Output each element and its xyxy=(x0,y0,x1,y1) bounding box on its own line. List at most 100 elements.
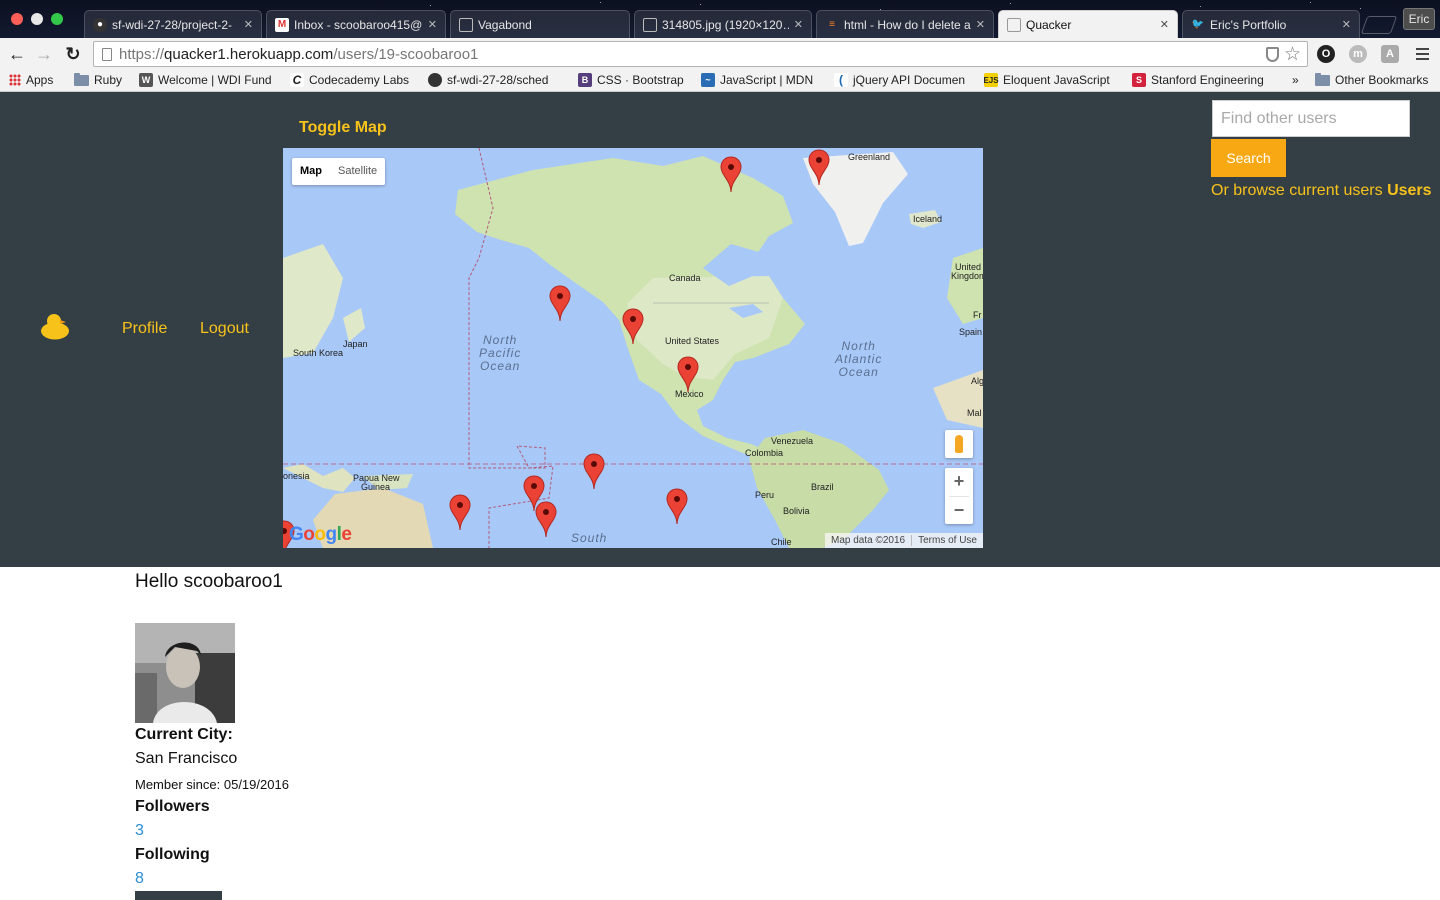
browse-users-link[interactable]: Users xyxy=(1387,182,1431,199)
map-marker-icon[interactable] xyxy=(583,453,605,490)
bookmark-item[interactable]: C Codecademy Labs xyxy=(290,73,409,87)
apps-grid-icon xyxy=(9,74,21,86)
browse-users-text: Or browse current users Users xyxy=(1211,182,1432,199)
window-minimize-button[interactable] xyxy=(31,13,43,25)
back-arrow-icon[interactable]: ← xyxy=(6,43,28,65)
ejs-icon: EJS xyxy=(984,73,999,87)
forward-arrow-icon[interactable]: → xyxy=(33,43,55,65)
bookmark-star-icon[interactable]: ☆ xyxy=(1284,43,1301,66)
nav-logout-link[interactable]: Logout xyxy=(200,320,249,338)
jquery-icon: ( xyxy=(834,73,848,87)
page-icon xyxy=(102,48,112,61)
close-tab-icon[interactable]: ✕ xyxy=(794,18,803,31)
browser-tab[interactable]: 🐦 Eric's Portfolio ✕ xyxy=(1182,10,1360,38)
map-marker-icon[interactable] xyxy=(622,308,644,345)
extension-icon[interactable]: O xyxy=(1317,45,1335,63)
map-marker-icon[interactable] xyxy=(666,488,688,525)
github-icon xyxy=(428,73,442,87)
ocean-label: South xyxy=(571,531,608,545)
followers-label: Followers xyxy=(135,798,210,815)
nav-profile-link[interactable]: Profile xyxy=(122,320,167,338)
map-type-map-button[interactable]: Map xyxy=(292,158,330,185)
profile-switcher-button[interactable]: Eric xyxy=(1403,8,1435,30)
greeting-heading: Hello scoobaroo1 xyxy=(135,571,283,592)
github-icon: ● xyxy=(93,17,107,32)
user-search-input[interactable] xyxy=(1212,100,1410,137)
extension-icon[interactable]: m xyxy=(1349,45,1367,63)
page-icon xyxy=(643,17,657,32)
search-button[interactable]: Search xyxy=(1211,139,1286,177)
mdn-icon: ~ xyxy=(701,73,715,87)
bookmark-folder[interactable]: Other Bookmarks xyxy=(1315,73,1428,87)
edit-profile-button[interactable] xyxy=(135,891,222,900)
street-view-pegman-icon[interactable] xyxy=(945,430,973,458)
following-count-link[interactable]: 8 xyxy=(135,870,144,888)
close-tab-icon[interactable]: ✕ xyxy=(976,18,985,31)
map-label: United States xyxy=(665,336,720,346)
toggle-map-link[interactable]: Toggle Map xyxy=(299,119,387,137)
window-zoom-button[interactable] xyxy=(51,13,63,25)
close-tab-icon[interactable]: ✕ xyxy=(1160,18,1169,31)
google-map[interactable]: Map Satellite Greenland Iceland United K… xyxy=(283,148,983,548)
map-label: Venezuela xyxy=(771,436,814,446)
followers-count-link[interactable]: 3 xyxy=(135,822,144,840)
close-tab-icon[interactable]: ✕ xyxy=(428,18,437,31)
bookmark-folder[interactable]: Ruby xyxy=(74,73,122,87)
menu-icon[interactable] xyxy=(1416,48,1429,63)
window-close-button[interactable] xyxy=(11,13,23,25)
address-bar[interactable]: https://quacker1.herokuapp.com/users/19-… xyxy=(93,41,1308,67)
browser-tab[interactable]: M Inbox - scoobaroo415@ ✕ xyxy=(266,10,446,38)
map-marker-icon[interactable] xyxy=(535,501,557,538)
book-icon: W xyxy=(139,73,153,87)
map-marker-icon[interactable] xyxy=(549,285,571,322)
bookmark-item[interactable]: ~ JavaScript | MDN xyxy=(701,73,813,87)
zoom-out-button[interactable]: − xyxy=(945,497,973,525)
reload-icon[interactable]: ↻ xyxy=(62,43,84,65)
close-tab-icon[interactable]: ✕ xyxy=(244,18,253,31)
browser-tab-active[interactable]: Quacker ✕ xyxy=(998,10,1178,38)
map-label: Japan xyxy=(343,339,368,349)
shield-icon[interactable] xyxy=(1266,47,1279,62)
browser-toolbar: ← → ↻ https://quacker1.herokuapp.com/use… xyxy=(0,38,1440,70)
map-label: Colombia xyxy=(745,448,784,458)
close-tab-icon[interactable]: ✕ xyxy=(1342,18,1351,31)
bookmark-item[interactable]: EJS Eloquent JavaScript xyxy=(984,73,1110,87)
map-marker-icon[interactable] xyxy=(720,156,742,193)
extension-icon[interactable]: A xyxy=(1381,45,1399,63)
map-label: Kingdom xyxy=(951,271,983,281)
bookmark-item[interactable]: W Welcome | WDI Fund xyxy=(139,73,273,87)
browser-tab[interactable]: ● sf-wdi-27-28/project-2- ✕ xyxy=(84,10,262,38)
stanford-icon: S xyxy=(1132,73,1146,87)
map-type-satellite-button[interactable]: Satellite xyxy=(330,158,385,185)
current-city-value: San Francisco xyxy=(135,750,238,767)
bookmark-item[interactable]: S Stanford Engineering xyxy=(1132,73,1266,87)
map-type-control[interactable]: Map Satellite xyxy=(292,158,386,185)
map-label: Alg xyxy=(971,376,983,386)
map-label: Brazil xyxy=(811,482,834,492)
page-icon xyxy=(459,17,473,32)
bookmarks-overflow-button[interactable]: » xyxy=(1292,73,1299,87)
bookmark-item[interactable]: ( jQuery API Documen xyxy=(834,73,968,87)
map-label: Spain xyxy=(959,327,983,337)
zoom-in-button[interactable]: + xyxy=(945,468,973,496)
browser-tab-strip: ● sf-wdi-27-28/project-2- ✕ M Inbox - sc… xyxy=(0,0,1440,38)
bookmarks-bar: Apps Ruby W Welcome | WDI Fund C Codecad… xyxy=(0,70,1440,92)
map-label: Mal xyxy=(967,408,982,418)
map-marker-icon[interactable] xyxy=(808,149,830,186)
map-marker-icon[interactable] xyxy=(677,356,699,393)
map-marker-icon[interactable] xyxy=(449,494,471,531)
browser-tab[interactable]: 314805.jpg (1920×120… ✕ xyxy=(634,10,812,38)
browser-tab[interactable]: Vagabond xyxy=(450,10,630,38)
bookmark-item[interactable]: B CSS · Bootstrap xyxy=(578,73,684,87)
new-tab-button[interactable] xyxy=(1360,16,1398,34)
bookmark-item[interactable]: sf-wdi-27-28/sched xyxy=(428,73,562,87)
map-label: South Korea xyxy=(293,348,344,358)
duck-icon[interactable] xyxy=(40,312,70,340)
stackoverflow-icon: ≡ xyxy=(829,19,835,30)
map-label: Fr xyxy=(973,310,982,320)
terms-of-use-link[interactable]: Terms of Use xyxy=(911,535,983,546)
browser-tab[interactable]: ≡ html - How do I delete ar ✕ xyxy=(816,10,994,38)
google-logo[interactable]: Google xyxy=(289,524,352,546)
map-label: Greenland xyxy=(848,152,891,162)
bookmark-apps[interactable]: Apps xyxy=(9,73,53,87)
